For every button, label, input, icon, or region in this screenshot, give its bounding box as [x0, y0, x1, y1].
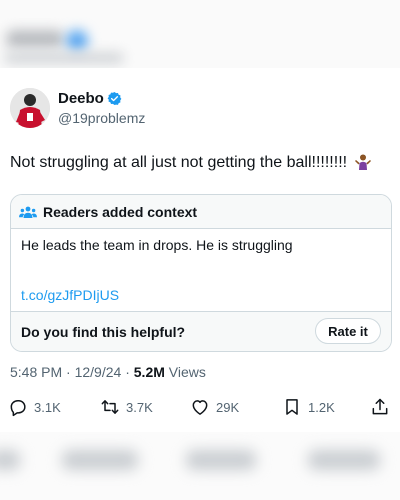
avatar[interactable]: [10, 88, 50, 128]
tweet-text-content: Not struggling at all just not getting t…: [10, 154, 348, 171]
tweet-meta: 5:48 PM · 12/9/24 · 5.2M Views: [10, 364, 206, 380]
tweet-date[interactable]: 12/9/24: [75, 364, 122, 380]
blurred-item: [308, 450, 380, 470]
people-icon: [19, 206, 37, 218]
verified-badge-icon: [107, 92, 122, 105]
tweet-text: Not struggling at all just not getting t…: [10, 152, 390, 173]
rate-it-button[interactable]: Rate it: [315, 318, 381, 344]
share-icon: [372, 398, 388, 415]
heart-icon: [192, 400, 208, 415]
bookmark-icon: [286, 399, 298, 415]
community-note-title: Readers added context: [43, 203, 198, 220]
share-button[interactable]: [370, 394, 390, 420]
reply-button[interactable]: 3.1K: [8, 394, 61, 420]
meta-separator: ·: [125, 364, 134, 380]
community-note-header: Readers added context: [11, 195, 391, 229]
community-note-body: He leads the team in drops. He is strugg…: [21, 237, 293, 253]
blurred-item: [62, 450, 138, 470]
author-name[interactable]: Deebo: [58, 90, 104, 107]
blurred-handle: [4, 52, 124, 64]
like-button[interactable]: 29K: [190, 394, 239, 420]
blurred-previous-tweet: [0, 0, 400, 68]
like-count: 29K: [216, 399, 240, 415]
views-label: Views: [168, 364, 206, 380]
retweet-button[interactable]: 3.7K: [100, 394, 153, 420]
blurred-item: [186, 450, 256, 470]
blurred-next-actions: [0, 432, 400, 500]
blurred-verified-icon: [66, 30, 88, 52]
tweet-time[interactable]: 5:48 PM: [10, 364, 62, 380]
helpful-question: Do you find this helpful?: [21, 324, 186, 340]
bookmark-button[interactable]: 1.2K: [282, 394, 335, 420]
author-handle[interactable]: @19problemz: [58, 110, 145, 126]
retweet-icon: [101, 400, 119, 414]
name-row: Deebo: [58, 90, 122, 107]
reply-count: 3.1K: [34, 399, 61, 415]
community-note-link[interactable]: t.co/gzJfPDIjUS: [21, 287, 119, 303]
player-avatar-icon: [10, 88, 50, 128]
bookmark-count: 1.2K: [308, 399, 335, 415]
blurred-name: [6, 30, 64, 48]
action-bar: 3.1K 3.7K 29K 1.2K: [0, 394, 400, 420]
retweet-count: 3.7K: [126, 399, 153, 415]
blurred-item: [0, 450, 20, 470]
tweet-header: Deebo @19problemz: [10, 88, 390, 132]
views-count: 5.2M: [133, 364, 165, 380]
meta-separator: ·: [66, 364, 75, 380]
reply-icon: [10, 400, 26, 417]
person-shrugging-emoji-icon: [354, 154, 371, 170]
community-note-footer: Do you find this helpful? Rate it: [11, 311, 391, 351]
community-note: Readers added context He leads the team …: [10, 194, 392, 352]
